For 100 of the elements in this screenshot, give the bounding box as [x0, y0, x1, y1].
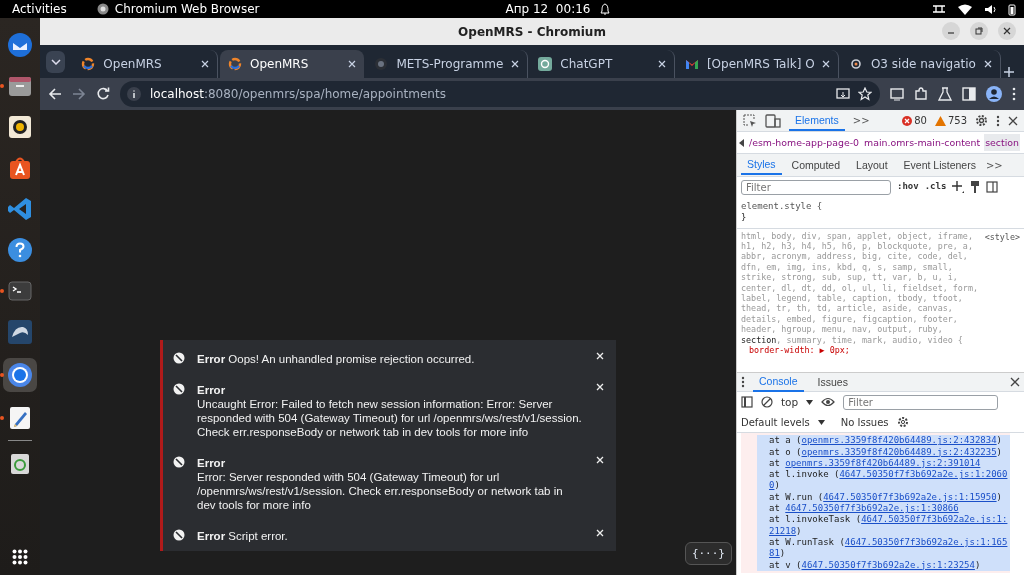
sidebar-toggle-icon[interactable]: [986, 181, 999, 193]
browser-tab[interactable]: OpenMRS: [219, 50, 365, 78]
blocked-icon: [173, 456, 185, 468]
settings-icon[interactable]: [896, 416, 909, 429]
restore-icon: [975, 27, 983, 35]
close-icon[interactable]: [1010, 377, 1020, 388]
error-icon: [902, 115, 913, 126]
chevron-down-icon: [50, 59, 61, 65]
error-message: Error Script error.: [197, 529, 289, 543]
source-link[interactable]: <style>: [984, 231, 1020, 242]
network-icon[interactable]: [932, 4, 946, 14]
envelope-logo-icon: [684, 57, 699, 71]
inspect-icon[interactable]: [743, 113, 757, 128]
url-text: localhost:8080/openmrs/spa/home/appointments: [150, 87, 447, 101]
issues-button[interactable]: No Issues: [840, 416, 889, 428]
error-message: Error: Server responded with 504 (Gateway Timeout) for url /openmrs/ws/rest/v1/session. Check err.responseBody or network tab in dev tools for more info: [197, 470, 564, 512]
install-app-icon[interactable]: [836, 87, 850, 101]
wifi-icon[interactable]: [958, 3, 972, 15]
profile-icon[interactable]: [986, 86, 1002, 102]
close-button[interactable]: [998, 22, 1016, 40]
class-toggle-button[interactable]: .cls: [924, 181, 947, 193]
new-tab-icon[interactable]: [1002, 66, 1015, 78]
flask-icon[interactable]: [938, 87, 952, 101]
eye-icon[interactable]: [821, 397, 836, 408]
app-name[interactable]: Chromium Web Browser: [114, 2, 260, 16]
mail-bird-icon[interactable]: [7, 32, 33, 58]
error-title: Error: [197, 456, 227, 470]
panel-tab[interactable]: Elements: [789, 110, 845, 131]
warning-icon: [934, 115, 946, 126]
device-toggle-icon[interactable]: [765, 113, 781, 128]
breadcrumb[interactable]: /esm-home-app-page-0: [748, 134, 861, 151]
hover-state-button[interactable]: :hov: [897, 181, 919, 193]
drawer-menu-icon[interactable]: [741, 376, 745, 389]
more-menu-icon[interactable]: [1012, 87, 1016, 101]
chat-logo-icon: [848, 57, 863, 71]
drawer-tab[interactable]: Issues: [811, 373, 854, 392]
text-editor-icon[interactable]: [7, 405, 33, 431]
sidebar-toggle-icon[interactable]: [741, 396, 753, 409]
site-info-icon[interactable]: [126, 86, 142, 102]
error-count[interactable]: 80: [914, 115, 927, 126]
error-message: Error Oops! An unhandled promise rejection occurred.: [197, 352, 476, 366]
log-levels-dropdown[interactable]: Default levels: [741, 416, 810, 428]
code-editor-icon[interactable]: [7, 196, 33, 222]
terminal-icon[interactable]: [7, 278, 33, 304]
sidebar-tab[interactable]: Layout: [850, 156, 894, 174]
window-title: OpenMRS - Chromium: [458, 24, 606, 39]
speaker-icon[interactable]: [7, 114, 33, 140]
back-icon[interactable]: [48, 87, 62, 101]
paint-brush-icon[interactable]: [970, 181, 981, 193]
clear-console-icon[interactable]: [761, 396, 773, 409]
filter-field[interactable]: Filter: [741, 179, 891, 195]
reload-icon[interactable]: [96, 87, 110, 101]
dropdown-triangle-icon[interactable]: [806, 399, 814, 405]
app-grid-icon[interactable]: [12, 549, 28, 565]
browser-icon: [96, 3, 109, 15]
screen-icon[interactable]: [890, 87, 904, 101]
warning-count[interactable]: 753: [947, 115, 967, 126]
sidebar-tab[interactable]: Computed: [785, 156, 847, 174]
tab-search-button[interactable]: [46, 51, 66, 73]
forward-icon[interactable]: [72, 87, 86, 101]
sidebar-tab[interactable]: Event Listeners: [897, 156, 982, 174]
css-property: border-width: ▶ 0px;: [748, 345, 851, 356]
code-line: element.style {: [741, 201, 824, 213]
close-icon[interactable]: [1008, 115, 1018, 126]
restore-button[interactable]: [970, 22, 988, 40]
shopping-bag-icon[interactable]: [7, 155, 33, 181]
breadcrumb[interactable]: main.omrs-main-content: [863, 134, 982, 151]
import-map-overrides-button[interactable]: {···}: [684, 542, 732, 565]
bell-icon: [600, 3, 611, 15]
breadcrumb[interactable]: section: [984, 134, 1020, 151]
bookmark-star-icon[interactable]: [858, 87, 872, 101]
blocked-icon: [173, 352, 185, 364]
blocked-icon: [173, 383, 185, 395]
console-filter-field[interactable]: Filter: [843, 394, 999, 410]
context-selector[interactable]: top: [781, 396, 799, 409]
browser-icon[interactable]: [7, 362, 33, 388]
code-line: }: [741, 212, 748, 224]
clock[interactable]: Апр 12 00:16: [505, 2, 591, 16]
ring-logo-icon: [81, 57, 96, 71]
more-tabs-button[interactable]: >>: [985, 159, 1003, 171]
more-tabs-button[interactable]: >>: [852, 115, 870, 126]
error-title: Error: [197, 383, 227, 397]
blocked-icon: [173, 529, 185, 541]
battery-icon[interactable]: [1008, 2, 1016, 16]
dropdown-triangle-icon[interactable]: [817, 419, 825, 425]
error-message: Uncaught Error: Failed to fetch new session information: Error: Server responded with 504 (Gateway Timeout) for url /openmrs/ws/rest/v1/session. Check err.responseBody or network tab in dev tools for more info: [197, 397, 583, 439]
more-menu-icon[interactable]: [996, 114, 1000, 127]
close-icon: [1003, 27, 1011, 35]
sidebar-tab[interactable]: Styles: [741, 155, 782, 175]
side-panel-icon[interactable]: [962, 87, 976, 101]
scroll-left-icon[interactable]: [739, 138, 745, 147]
address-bar[interactable]: localhost:8080/openmrs/spa/home/appointments: [120, 81, 880, 107]
css-selector: html, body, div, span, applet, object, iframe, h1, h2, h3, h4, h5, h6, p, blockquote, pre, a, abbr, acronym, address, big, cite, code, del, dfn, em, img, ins, kbd, q, s, samp, small, strike, strong, sub, sup, tt, var, b, u, i, center, dl, dt, dd, ol, ul, li, fieldset, form, label, legend, table, caption, tbody, tfoot, thead, tr, th, td, article, aside, canvas, details, embed, figure, figcaption, footer, header, hgroup, menu, nav, output, ruby, section, summary, time, mark, audio, video {: [741, 230, 979, 346]
settings-icon[interactable]: [975, 114, 988, 127]
drawer-tab[interactable]: Console: [753, 372, 804, 393]
help-icon[interactable]: [7, 237, 33, 263]
minimize-button[interactable]: [942, 22, 960, 40]
volume-icon[interactable]: [984, 3, 996, 15]
add-rule-icon[interactable]: [952, 181, 965, 193]
activities-button[interactable]: Activities: [12, 2, 67, 16]
